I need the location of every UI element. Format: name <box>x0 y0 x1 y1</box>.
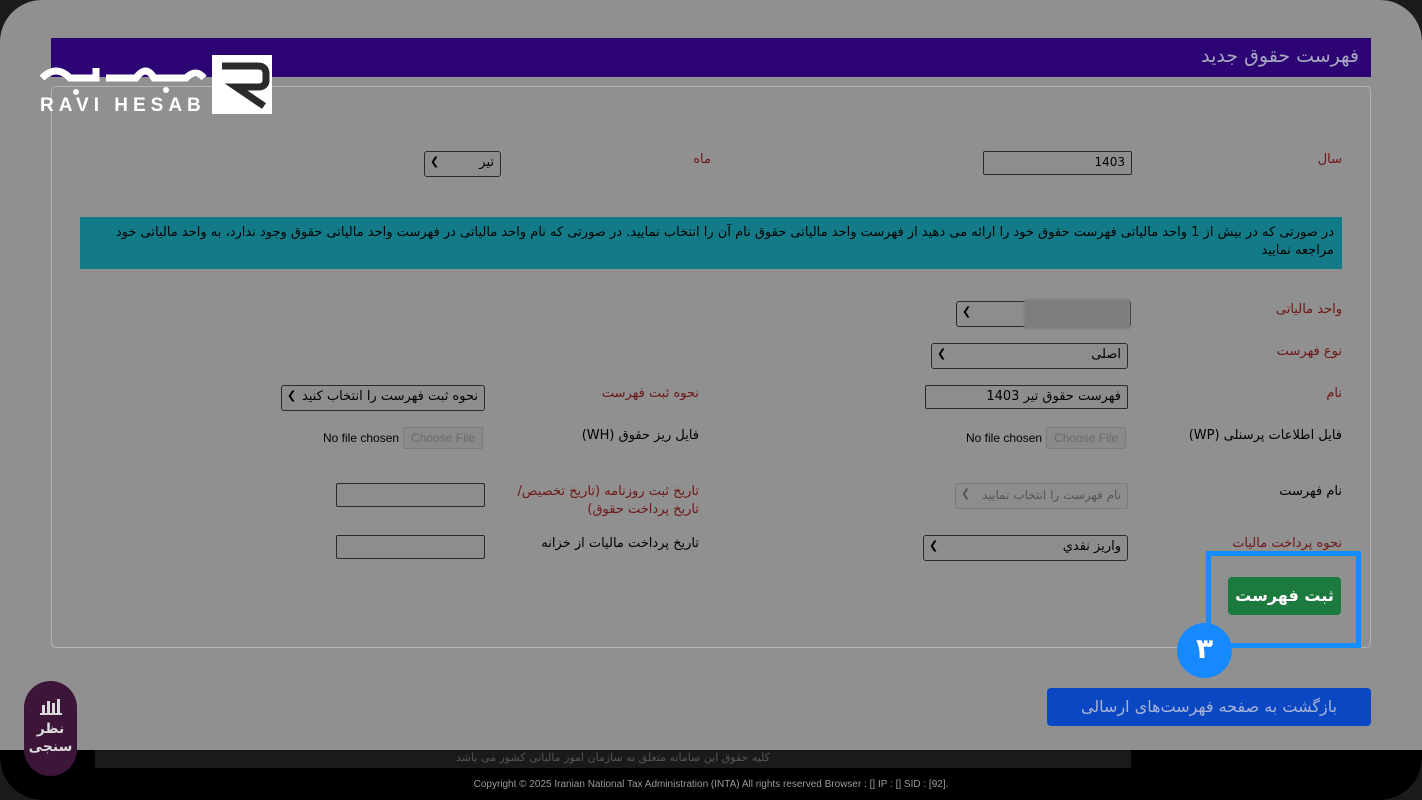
tax-payment-method-value: واریز نقدي <box>1062 539 1121 554</box>
personnel-file-status: No file chosen <box>966 431 1043 445</box>
register-method-value: نحوه ثبت فهرست را انتخاب کنید <box>301 389 478 404</box>
chevron-down-icon: ❯ <box>287 389 297 402</box>
salary-file-label: فایل ریز حقوق (WH) <box>581 428 699 443</box>
treasury-date-label: تاریخ پرداخت مالیات از خزانه <box>541 536 699 551</box>
tax-unit-blurred-value <box>1024 299 1130 329</box>
year-input[interactable]: 1403 <box>983 151 1132 175</box>
name-label: نام <box>1326 386 1342 401</box>
list-name-label: نام فهرست <box>1279 484 1342 499</box>
tax-payment-method-label: نحوه پرداخت مالیات <box>1232 536 1342 551</box>
survey-label-line2: سنجی <box>28 739 73 755</box>
screen: فهرست حقوق جدید RAVI HESAB سال 1403 ماه … <box>0 0 1422 800</box>
chevron-down-icon: ❯ <box>929 539 939 552</box>
page-title: فهرست حقوق جدید <box>1201 45 1359 67</box>
tax-unit-label: واحد مالیاتی <box>1275 302 1342 317</box>
list-type-select[interactable]: اصلی ❯ <box>931 343 1128 369</box>
salary-choose-file-button[interactable]: Choose File <box>403 427 484 449</box>
journal-date-input[interactable] <box>336 483 485 507</box>
register-method-select[interactable]: نحوه ثبت فهرست را انتخاب کنید ❯ <box>281 385 485 411</box>
info-notice: در صورتی که در بیش از 1 واحد مالیاتی فهر… <box>80 217 1342 269</box>
list-name-value: نام فهرست را انتخاب نمایید <box>982 488 1121 502</box>
month-label: ماه <box>693 152 711 167</box>
chevron-down-icon: ❯ <box>430 155 440 168</box>
personnel-file-label: فایل اطلاعات پرسنلی (WP) <box>1188 428 1342 443</box>
logo-text: RAVI HESAB <box>40 95 206 116</box>
month-select[interactable]: تیر ❯ <box>424 151 501 177</box>
register-method-label: نحوه ثبت فهرست <box>601 386 699 401</box>
survey-label-line1: نظر <box>36 721 65 737</box>
submit-list-button[interactable]: ثبت فهرست <box>1228 577 1341 615</box>
bar-chart-icon <box>39 699 62 715</box>
list-type-value: اصلی <box>1091 347 1121 362</box>
back-to-sent-lists-button[interactable]: بازگشت به صفحه فهرست‌های ارسالی <box>1047 688 1371 726</box>
salary-file-input[interactable]: No file chosen Choose File <box>323 427 484 449</box>
footer: کلیه حقوق این سامانه متعلق به سازمان امو… <box>0 750 1422 800</box>
salary-file-status: No file chosen <box>323 431 400 445</box>
chevron-down-icon: ❯ <box>961 487 971 500</box>
personnel-file-input[interactable]: No file chosen Choose File <box>966 427 1127 449</box>
survey-button[interactable]: نظر سنجی <box>24 681 77 776</box>
personnel-choose-file-button[interactable]: Choose File <box>1046 427 1127 449</box>
chevron-down-icon: ❯ <box>937 347 947 360</box>
name-input[interactable]: فهرست حقوق تیر 1403 <box>925 385 1128 409</box>
journal-date-label-line2: تاریخ پرداخت حقوق) <box>587 502 699 517</box>
footer-copyright: Copyright © 2025 Iranian National Tax Ad… <box>473 779 949 790</box>
list-type-label: نوع فهرست <box>1276 344 1342 359</box>
form-panel <box>51 86 1371 648</box>
journal-date-label-line1: تاریخ ثبت روزنامه (تاریخ تخصیص/ <box>517 484 700 499</box>
month-select-value: تیر <box>479 155 494 170</box>
footer-notice: کلیه حقوق این سامانه متعلق به سازمان امو… <box>95 750 1131 768</box>
year-label: سال <box>1317 152 1342 167</box>
tax-unit-select[interactable]: ❯ <box>956 299 1131 329</box>
step-badge: ۳ <box>1177 623 1232 678</box>
list-name-select[interactable]: نام فهرست را انتخاب نمایید ❯ <box>955 483 1128 509</box>
tax-payment-method-select[interactable]: واریز نقدي ❯ <box>923 535 1128 561</box>
treasury-date-input[interactable] <box>336 535 485 559</box>
chevron-down-icon: ❯ <box>962 305 972 318</box>
